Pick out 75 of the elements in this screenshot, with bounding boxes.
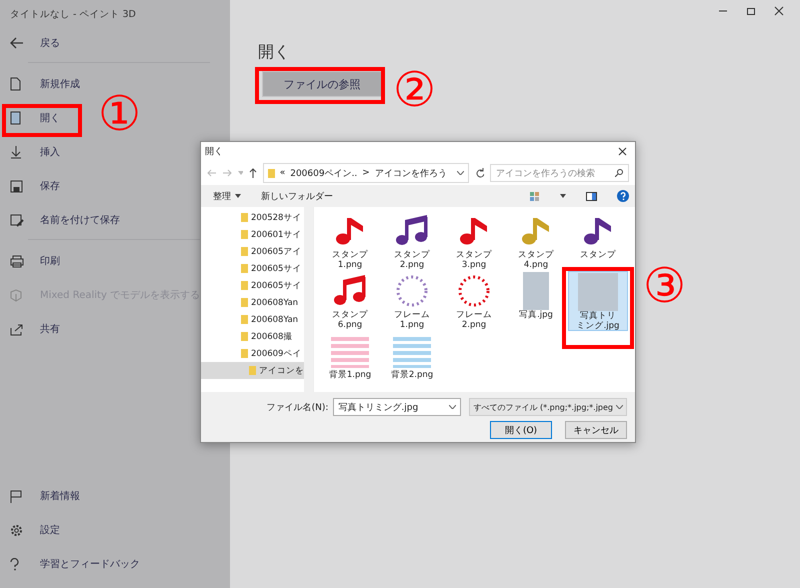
menu-item[interactable]: 共有 (0, 312, 64, 346)
folder-tree-item[interactable]: 200609ペイ (201, 345, 304, 362)
file-item[interactable]: スタンプ (568, 211, 628, 271)
settings-icon (10, 524, 23, 536)
folder-tree-item[interactable]: 200608Yan (201, 294, 304, 311)
step-number: ① (98, 86, 142, 142)
step-number: ③ (643, 258, 686, 314)
menu-item[interactable]: 印刷 (0, 244, 64, 278)
menu-item[interactable]: 設定 (0, 513, 64, 547)
menu-item[interactable]: 戻る (0, 26, 64, 60)
help-icon (10, 558, 19, 570)
folder-tree-item[interactable]: アイコンを (201, 362, 304, 379)
file-item[interactable]: スタンプ2.png (382, 211, 442, 271)
file-item[interactable]: 背景2.png (382, 331, 442, 391)
file-item[interactable]: 写真.jpg (506, 271, 566, 331)
document-icon (10, 77, 21, 91)
folder-tree-item[interactable]: 200608Yan (201, 311, 304, 328)
help-icon[interactable] (617, 190, 629, 202)
file-item[interactable]: スタンプ3.png (444, 211, 504, 271)
file-item[interactable]: 背景1.png (320, 331, 380, 391)
menu-item[interactable]: 保存 (0, 169, 64, 203)
step-number: ② (393, 62, 436, 118)
back-arrow-icon (10, 37, 24, 49)
folder-tree-item[interactable]: 200608撮 (201, 328, 304, 345)
printer-icon (10, 254, 24, 268)
menu-item[interactable]: 新規作成 (0, 67, 84, 101)
folder-tree-item[interactable]: 200605サイ (201, 260, 304, 277)
window-title: タイトルなし - ペイント 3D (9, 8, 136, 22)
file-item[interactable]: スタンプ6.png (320, 271, 380, 331)
file-name-field[interactable]: 写真トリミング.jpg (333, 398, 462, 416)
dialog-title: 開く (205, 146, 223, 158)
cancel-button[interactable]: キャンセル (565, 421, 627, 439)
organize-menu[interactable]: 整理 (213, 190, 241, 202)
cubes-icon (10, 288, 24, 302)
menu-item[interactable]: 学習とフィードバック (0, 547, 144, 581)
file-item[interactable]: スタンプ1.png (320, 211, 380, 271)
caret-icon[interactable] (456, 171, 464, 175)
preview-pane-icon[interactable] (586, 192, 597, 200)
new-folder-button[interactable]: 新しいフォルダー (261, 190, 333, 202)
file-type-dropdown[interactable]: すべてのファイル (*.png;*.jpg;*.jpeg (469, 398, 627, 416)
folder-tree-item[interactable]: 200528サイ (201, 209, 304, 226)
up-arrow-icon[interactable] (249, 168, 257, 178)
menu-item[interactable]: 名前を付けて保存 (0, 203, 124, 237)
address-bar[interactable]: « 200609ペイン.. > アイコンを作ろう (262, 163, 469, 183)
maximize-icon[interactable] (746, 6, 756, 16)
file-item[interactable]: スタンプ4.png (506, 211, 566, 271)
menu-item[interactable]: 開く (0, 101, 64, 135)
view-options-icon[interactable] (530, 192, 540, 200)
file-item[interactable]: フレーム1.png (382, 271, 442, 331)
close-icon[interactable] (618, 147, 627, 156)
page-heading: 開く (258, 42, 291, 63)
file-name-label: ファイル名(N): (266, 402, 328, 414)
file-item[interactable]: フレーム2.png (444, 271, 504, 331)
folder-tree-item[interactable]: 200605サイ (201, 277, 304, 294)
folder-icon (268, 168, 275, 178)
caret-icon (616, 405, 623, 409)
share-icon (10, 322, 23, 336)
book-icon (10, 111, 21, 125)
browse-files-button[interactable]: ファイルの参照 (262, 71, 382, 97)
file-item[interactable]: 写真トリミング.jpg (568, 271, 628, 331)
search-icon (615, 169, 623, 177)
search-field[interactable]: アイコンを作ろうの検索 (490, 164, 629, 182)
folder-tree-item[interactable]: 200605アイ (201, 243, 304, 260)
floppy-pencil-icon (10, 214, 24, 226)
flag-icon (10, 490, 22, 502)
caret-icon (235, 194, 241, 198)
menu-item[interactable]: 新着情報 (0, 479, 84, 513)
open-button[interactable]: 開く(O) (490, 421, 552, 439)
caret-icon[interactable] (560, 194, 566, 198)
refresh-icon[interactable] (474, 168, 484, 178)
folder-tree-item[interactable]: 200601サイ (201, 226, 304, 243)
caret-icon (449, 405, 456, 409)
download-arrow-icon (10, 145, 22, 159)
close-icon[interactable] (774, 6, 784, 16)
menu-item[interactable]: 挿入 (0, 135, 64, 169)
